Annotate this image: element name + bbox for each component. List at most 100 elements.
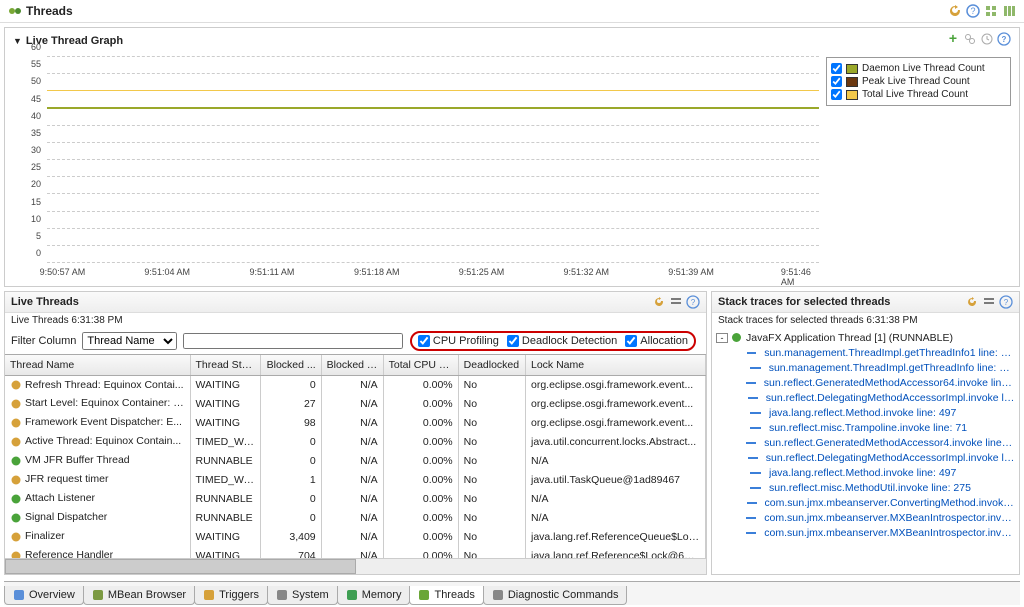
frame-icon <box>750 472 761 474</box>
chart-legend: Daemon Live Thread Count Peak Live Threa… <box>826 57 1011 106</box>
chart-canvas: 051015202530354045505560 9:50:57 AM9:51:… <box>5 53 1019 289</box>
tab-system[interactable]: System <box>267 586 338 605</box>
frame-icon <box>750 487 761 489</box>
plot-area <box>47 57 819 263</box>
frame-icon <box>746 382 756 384</box>
table-row[interactable]: Refresh Thread: Equinox Contai...WAITING… <box>5 375 706 394</box>
deadlock-check[interactable]: Deadlock Detection <box>507 335 617 347</box>
stack-frame[interactable]: sun.management.ThreadImpl.getThreadInfo1… <box>714 345 1017 360</box>
table-row[interactable]: JFR request timerTIMED_WAIT...1N/A0.00%N… <box>5 470 706 489</box>
filter-label: Filter Column <box>11 335 76 347</box>
stack-frame[interactable]: sun.reflect.DelegatingMethodAccessorImpl… <box>714 390 1017 405</box>
column-header[interactable]: Thread Name <box>5 355 190 375</box>
stack-frame[interactable]: sun.management.ThreadImpl.getThreadInfo … <box>714 360 1017 375</box>
column-header[interactable]: Total CPU Us... <box>383 355 458 375</box>
table-row[interactable]: Active Thread: Equinox Contain...TIMED_W… <box>5 432 706 451</box>
table-row[interactable]: Reference HandlerWAITING704N/A0.00%Nojav… <box>5 546 706 558</box>
live-threads-title: Live Threads <box>11 296 652 308</box>
tab-icon <box>92 589 104 601</box>
tab-diagnostic-commands[interactable]: Diagnostic Commands <box>483 586 628 605</box>
table-row[interactable]: FinalizerWAITING3,409N/A0.00%Nojava.lang… <box>5 527 706 546</box>
stack-frame[interactable]: sun.reflect.GeneratedMethodAccessor64.in… <box>714 375 1017 390</box>
table-row[interactable]: VM JFR Buffer ThreadRUNNABLE0N/A0.00%NoN… <box>5 451 706 470</box>
stack-frame[interactable]: sun.reflect.misc.MethodUtil.invoke line:… <box>714 480 1017 495</box>
stack-frame[interactable]: sun.reflect.GeneratedMethodAccessor4.inv… <box>714 435 1017 450</box>
column-header[interactable]: Blocked ... <box>260 355 321 375</box>
frame-icon <box>746 532 756 534</box>
grid-icon[interactable] <box>984 4 998 18</box>
stack-frame[interactable]: java.lang.reflect.Method.invoke line: 49… <box>714 405 1017 420</box>
legend-item[interactable]: Daemon Live Thread Count <box>831 62 1006 75</box>
tab-memory[interactable]: Memory <box>337 586 411 605</box>
frame-icon <box>750 367 761 369</box>
frame-icon <box>747 502 757 504</box>
refresh-stack-icon[interactable] <box>965 295 979 309</box>
tab-icon <box>13 589 25 601</box>
frame-icon <box>748 457 758 459</box>
stack-frame[interactable]: sun.reflect.misc.Trampoline.invoke line:… <box>714 420 1017 435</box>
header-toolbar: ? <box>948 4 1016 18</box>
frame-icon <box>746 442 756 444</box>
expander-icon[interactable]: - <box>716 333 728 343</box>
table-row[interactable]: Framework Event Dispatcher: E...WAITING9… <box>5 413 706 432</box>
tab-overview[interactable]: Overview <box>4 586 84 605</box>
tab-mbean-browser[interactable]: MBean Browser <box>83 586 195 605</box>
table-row[interactable]: Start Level: Equinox Container: f...WAIT… <box>5 394 706 413</box>
allocation-check[interactable]: Allocation <box>625 335 688 347</box>
stack-frame[interactable]: com.sun.jmx.mbeanserver.ConvertingMethod… <box>714 495 1017 510</box>
help-stack-icon[interactable]: ? <box>999 295 1013 309</box>
frame-icon <box>750 427 761 429</box>
frame-icon <box>750 412 761 414</box>
column-header[interactable]: Lock Name <box>525 355 705 375</box>
table-row[interactable]: Attach ListenerRUNNABLE0N/A0.00%NoN/A <box>5 489 706 508</box>
tab-icon <box>346 589 358 601</box>
tab-icon <box>276 589 288 601</box>
tab-icon <box>418 589 430 601</box>
frame-icon <box>747 352 757 354</box>
graph-header[interactable]: ▼ Live Thread Graph + ? <box>5 28 1019 53</box>
stack-traces-panel: Stack traces for selected threads ? Stac… <box>711 291 1020 575</box>
y-axis: 051015202530354045505560 <box>13 57 43 263</box>
footer-tabs: OverviewMBean BrowserTriggersSystemMemor… <box>4 581 1020 605</box>
tab-triggers[interactable]: Triggers <box>194 586 268 605</box>
frame-icon <box>748 397 758 399</box>
help-small-icon[interactable]: ? <box>997 32 1011 49</box>
column-header[interactable]: Blocked Ti... <box>321 355 383 375</box>
filter-input[interactable] <box>183 333 403 349</box>
help-live-icon[interactable]: ? <box>686 295 700 309</box>
column-header[interactable]: Deadlocked <box>458 355 525 375</box>
stack-frame[interactable]: java.lang.reflect.Method.invoke line: 49… <box>714 465 1017 480</box>
main-header: Threads ? <box>0 0 1024 23</box>
add-icon[interactable]: + <box>946 32 960 49</box>
column-header[interactable]: Thread State <box>190 355 260 375</box>
stack-frame[interactable]: sun.reflect.DelegatingMethodAccessorImpl… <box>714 450 1017 465</box>
refresh-icon[interactable] <box>948 4 962 18</box>
columns-icon[interactable] <box>1002 4 1016 18</box>
stack-root[interactable]: -JavaFX Application Thread [1] (RUNNABLE… <box>714 330 1017 345</box>
horizontal-scrollbar[interactable] <box>5 558 706 574</box>
stack-frame[interactable]: com.sun.jmx.mbeanserver.MXBeanIntrospect… <box>714 525 1017 540</box>
x-axis: 9:50:57 AM9:51:04 AM9:51:11 AM9:51:18 AM… <box>47 267 819 281</box>
stack-title: Stack traces for selected threads <box>718 296 965 308</box>
table-row[interactable]: Signal DispatcherRUNNABLE0N/A0.00%NoN/A <box>5 508 706 527</box>
collapse-tree-icon[interactable] <box>669 295 683 309</box>
refresh-small-icon[interactable] <box>652 295 666 309</box>
svg-text:?: ? <box>691 298 696 307</box>
stack-tree: -JavaFX Application Thread [1] (RUNNABLE… <box>712 328 1019 574</box>
legend-item[interactable]: Total Live Thread Count <box>831 88 1006 101</box>
collapse-stack-icon[interactable] <box>982 295 996 309</box>
svg-text:+: + <box>949 32 957 46</box>
svg-text:?: ? <box>970 6 975 16</box>
clock-icon[interactable] <box>980 32 994 49</box>
graph-section: ▼ Live Thread Graph + ? 0510152025303540… <box>4 27 1020 287</box>
tab-threads[interactable]: Threads <box>409 586 483 605</box>
threads-table: Thread NameThread StateBlocked ...Blocke… <box>5 355 706 558</box>
help-icon[interactable]: ? <box>966 4 980 18</box>
link-icon[interactable] <box>963 32 977 49</box>
profiling-checks: CPU Profiling Deadlock Detection Allocat… <box>410 331 696 351</box>
stack-frame[interactable]: com.sun.jmx.mbeanserver.MXBeanIntrospect… <box>714 510 1017 525</box>
filter-column-select[interactable]: Thread Name <box>82 332 177 350</box>
legend-item[interactable]: Peak Live Thread Count <box>831 75 1006 88</box>
cpu-profiling-check[interactable]: CPU Profiling <box>418 335 499 347</box>
tab-icon <box>492 589 504 601</box>
